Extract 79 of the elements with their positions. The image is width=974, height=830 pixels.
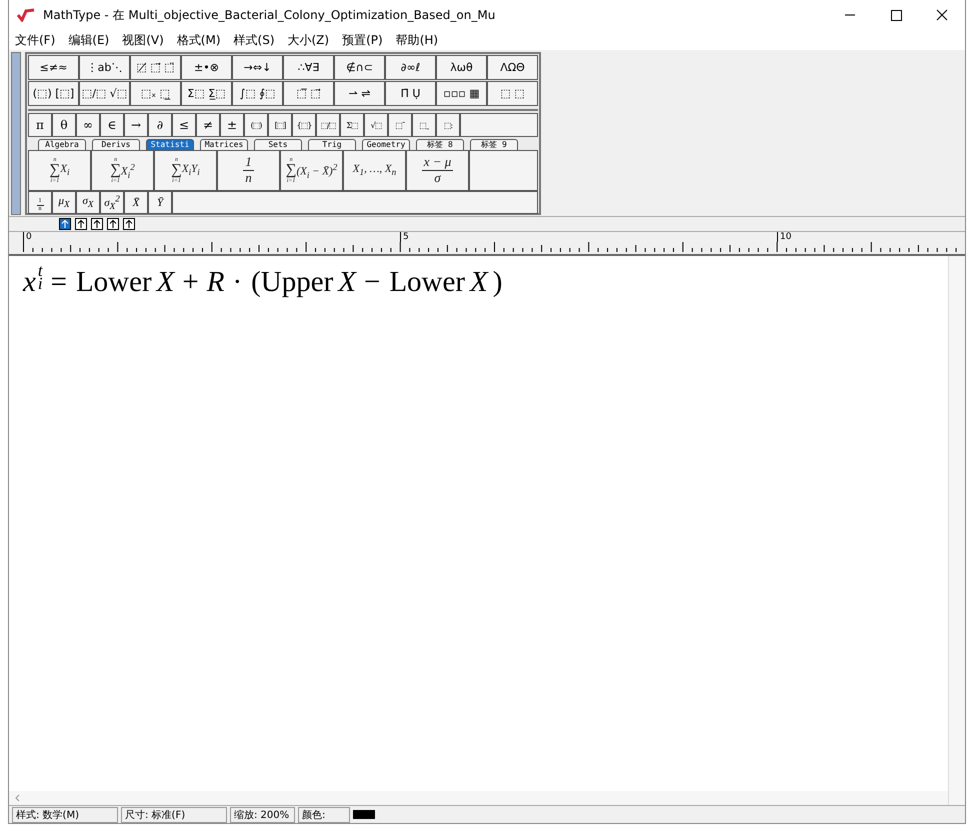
symbol-button[interactable]: ⬚ˉ — [388, 113, 412, 137]
ruler-label: 5 — [400, 232, 409, 242]
palette-tab[interactable]: Derivs — [92, 139, 140, 150]
palette-tab[interactable]: Matrices — [200, 139, 248, 150]
palette-tab[interactable]: 标签 8 — [416, 139, 464, 150]
symbol-button[interactable]: ≠ — [196, 113, 220, 137]
palette-button[interactable]: ±•⊗ — [181, 55, 232, 80]
symbol-button[interactable]: ± — [220, 113, 244, 137]
symbol-button[interactable]: π — [28, 113, 52, 137]
template-button[interactable]: x − μ σ — [406, 150, 469, 191]
symbol-button[interactable]: ∂ — [148, 113, 172, 137]
ruler-label: 0 — [23, 232, 32, 242]
palette-button[interactable]: ⬚ ⬚ — [487, 81, 538, 106]
symbol-button[interactable]: [⬚] — [268, 113, 292, 137]
window-title: MathType - 在 Multi_objective_Bacterial_Colony_Optimization_Based_on_Mu — [43, 6, 496, 24]
menu-item[interactable]: 文件(F) — [15, 32, 56, 48]
palette-button[interactable]: ⇀ ⇌ — [334, 81, 385, 106]
palette-button[interactable]: ⋮ab⋱ — [79, 55, 130, 80]
nudge-arrow-icon[interactable] — [123, 218, 135, 230]
nudge-arrow-icon[interactable] — [75, 218, 87, 230]
toolbar-grip[interactable] — [11, 52, 21, 215]
palette-button[interactable]: Σ⬚ Σ̲⬚ — [181, 81, 232, 106]
template-button[interactable]: X$_{1}$, …, X$_{n}$ — [343, 150, 406, 191]
palette-button[interactable]: ⬚̸ ⬚⃗ ⬚̈ — [130, 55, 181, 80]
symbol-button[interactable]: {⬚} — [292, 113, 316, 137]
palette-button[interactable]: ∴∀∃ — [283, 55, 334, 80]
check-mark-icon — [17, 8, 35, 22]
palette-button[interactable]: ⬚/⬚ √⬚ — [79, 81, 130, 106]
symbol-button[interactable]: ≤ — [172, 113, 196, 137]
palette-tab[interactable]: Geometry — [362, 139, 410, 150]
palette-tab[interactable]: Algebra — [38, 139, 86, 150]
menu-item[interactable]: 预置(P) — [342, 32, 383, 48]
symbol-button[interactable]: θ — [52, 113, 76, 137]
status-field: 样式: 数学(M) — [12, 806, 118, 822]
nudge-arrow-icon[interactable] — [91, 218, 103, 230]
palette-tab[interactable]: Sets — [254, 139, 302, 150]
symbol-button[interactable]: ∈ — [100, 113, 124, 137]
symbol-button[interactable]: ⬚ˍ — [412, 113, 436, 137]
menu-item[interactable]: 样式(S) — [234, 32, 274, 48]
menu-item[interactable]: 帮助(H) — [396, 32, 438, 48]
template-button[interactable]: Ȳ — [148, 191, 172, 214]
symbol-button[interactable]: (⬚) — [244, 113, 268, 137]
symbol-button[interactable]: √⬚ — [364, 113, 388, 137]
menu-item[interactable]: 格式(M) — [176, 32, 221, 48]
status-field: 缩放: 200% — [230, 806, 295, 822]
symbol-button[interactable]: ∞ — [76, 113, 100, 137]
palette-button[interactable]: Π̄ Ụ — [385, 81, 436, 106]
menu-item[interactable]: 大小(Z) — [288, 32, 330, 48]
palette-button[interactable]: (⬚) [⬚] — [28, 81, 79, 106]
nudge-arrow-icon[interactable] — [107, 218, 119, 230]
ruler-label: 10 — [777, 232, 792, 242]
palette-button[interactable]: ≤≠≈ — [28, 55, 79, 80]
horizontal-scrollbar[interactable] — [9, 791, 948, 805]
palette-button[interactable]: ∫⬚ ∮⬚ — [232, 81, 283, 106]
palette-button[interactable]: ΛΩΘ — [487, 55, 538, 80]
palette-tab[interactable]: 标签 9 — [470, 139, 518, 150]
template-button[interactable]: μ$_{X}$ — [52, 191, 76, 214]
nudge-arrow-icon[interactable] — [59, 218, 71, 230]
palette-button[interactable]: ∂∞ℓ — [385, 55, 436, 80]
template-button[interactable]: X̄ — [124, 191, 148, 214]
palette-tab[interactable]: Statisti — [146, 139, 194, 150]
palette-button[interactable]: λωθ — [436, 55, 487, 80]
vertical-scrollbar[interactable] — [948, 256, 965, 805]
palette-button[interactable]: ▫▫▫ ▦ — [436, 81, 487, 106]
symbol-button[interactable]: → — [124, 113, 148, 137]
menu-item[interactable]: 视图(V) — [122, 32, 164, 48]
status-field: 颜色: — [298, 806, 350, 822]
palette-button[interactable]: →⇔↓ — [232, 55, 283, 80]
symbol-button[interactable]: ⬚: — [436, 113, 460, 137]
template-button[interactable]: σ$_{X}$ — [76, 191, 100, 214]
symbol-button[interactable]: ⬚/⬚ — [316, 113, 340, 137]
symbol-button[interactable]: Σ⬚ — [340, 113, 364, 137]
palette-button[interactable]: ⬚̅ ⬚⃗ — [283, 81, 334, 106]
palette-tab[interactable]: Trig — [308, 139, 356, 150]
status-field: 尺寸: 标准(F) — [121, 806, 227, 822]
palette-button[interactable]: ⬚ₓ ⬚̲ — [130, 81, 181, 106]
palette-button[interactable]: ∉∩⊂ — [334, 55, 385, 80]
menu-item[interactable]: 编辑(E) — [68, 32, 110, 48]
template-button[interactable]: 1 n — [217, 150, 280, 191]
